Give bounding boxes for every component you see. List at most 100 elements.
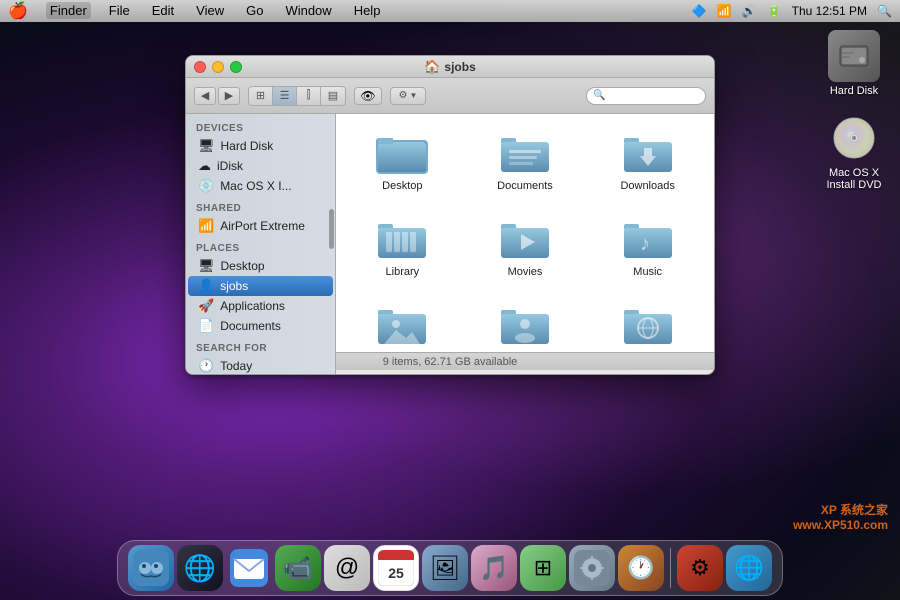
dock-finder[interactable]: [128, 545, 174, 591]
airport-label: AirPort Extreme: [220, 219, 305, 233]
places-header: PLACES: [186, 240, 335, 256]
dock-iphoto[interactable]: 🖼: [422, 545, 468, 591]
main-content: Desktop Documents: [336, 114, 714, 352]
folder-library[interactable]: Library: [346, 210, 459, 286]
sidebar-item-sjobs[interactable]: 👤 sjobs: [188, 276, 333, 296]
folder-downloads[interactable]: Downloads: [591, 124, 704, 200]
sidebar-scrollbar[interactable]: [329, 209, 334, 249]
dock-itunes[interactable]: 🎵: [471, 545, 517, 591]
airport-icon: 📶: [198, 218, 214, 234]
folder-documents[interactable]: Documents: [469, 124, 582, 200]
column-view-btn[interactable]: ⫿: [297, 87, 321, 105]
devices-header: DEVICES: [186, 120, 335, 136]
folder-desktop[interactable]: Desktop: [346, 124, 459, 200]
finder-window: 🏠 sjobs ◀ ▶ ⊞ ☰ ⫿ ▤ 👁 ⚙▼ 🔍 DE: [185, 55, 715, 375]
documents-icon: 📄: [198, 318, 214, 334]
close-button[interactable]: [194, 61, 206, 73]
view-buttons: ⊞ ☰ ⫿ ▤: [248, 86, 346, 106]
action-button[interactable]: ⚙▼: [390, 87, 426, 105]
finder-menu[interactable]: Finder: [46, 2, 91, 19]
volume-icon: 🔊: [742, 4, 757, 18]
dock-facetime[interactable]: 📹: [275, 545, 321, 591]
search-icon: 🔍: [593, 90, 605, 101]
desktop-label: Desktop: [221, 259, 265, 273]
dock-ichat[interactable]: ⊞: [520, 545, 566, 591]
folder-downloads-label: Downloads: [620, 180, 674, 192]
view-menu[interactable]: View: [192, 2, 228, 19]
folder-downloads-icon: [622, 132, 674, 176]
folder-documents-icon: [499, 132, 551, 176]
dock-calendar[interactable]: 25: [373, 545, 419, 591]
search-box[interactable]: 🔍: [586, 87, 706, 105]
svg-text:♪: ♪: [640, 233, 650, 255]
dock-safari[interactable]: 🌐: [726, 545, 772, 591]
minimize-button[interactable]: [212, 61, 224, 73]
titlebar: 🏠 sjobs: [186, 56, 714, 78]
sidebar-wrapper: DEVICES 🖥 Hard Disk ☁ iDisk 💿 Mac OS X I…: [186, 114, 336, 352]
quicklook-button[interactable]: 👁: [354, 87, 382, 105]
spotlight-icon[interactable]: 🔍: [877, 4, 892, 18]
folder-pictures[interactable]: Pictures: [346, 296, 459, 352]
folder-library-label: Library: [386, 266, 420, 278]
folder-pictures-icon: [376, 304, 428, 348]
shared-header: SHARED: [186, 200, 335, 216]
desktop-icon-harddisk[interactable]: Hard Disk: [828, 30, 880, 97]
forward-button[interactable]: ▶: [218, 87, 240, 105]
sidebar-item-harddisk[interactable]: 🖥 Hard Disk: [188, 136, 333, 156]
documents-label: Documents: [220, 319, 281, 333]
go-menu[interactable]: Go: [242, 2, 267, 19]
folder-movies[interactable]: Movies: [469, 210, 582, 286]
window-body: DEVICES 🖥 Hard Disk ☁ iDisk 💿 Mac OS X I…: [186, 114, 714, 352]
dock-separator: [670, 548, 671, 588]
maximize-button[interactable]: [230, 61, 242, 73]
sidebar: DEVICES 🖥 Hard Disk ☁ iDisk 💿 Mac OS X I…: [186, 114, 336, 375]
window-title-icon: 🏠: [424, 59, 440, 75]
clock: Thu 12:51 PM: [792, 4, 867, 18]
applications-icon: 🚀: [198, 298, 214, 314]
idisk-icon: ☁: [198, 158, 211, 174]
back-button[interactable]: ◀: [194, 87, 216, 105]
idisk-label: iDisk: [217, 159, 243, 173]
sidebar-item-airport[interactable]: 📶 AirPort Extreme: [188, 216, 333, 236]
folder-public[interactable]: Public: [469, 296, 582, 352]
folder-music[interactable]: ♪ Music: [591, 210, 704, 286]
dock-mail[interactable]: [226, 545, 272, 591]
dock: 🌐 📹 @ 25 🖼 🎵 ⊞: [117, 540, 783, 596]
sidebar-section-places: PLACES 🖥 Desktop 👤 sjobs 🚀 Applications: [186, 240, 335, 336]
folder-movies-label: Movies: [508, 266, 543, 278]
toolbar: ◀ ▶ ⊞ ☰ ⫿ ▤ 👁 ⚙▼ 🔍: [186, 78, 714, 114]
sidebar-section-shared: SHARED 📶 AirPort Extreme: [186, 200, 335, 236]
window-menu[interactable]: Window: [281, 2, 335, 19]
sidebar-item-documents[interactable]: 📄 Documents: [188, 316, 333, 336]
list-view-btn[interactable]: ☰: [273, 87, 297, 105]
desktop-icons-area: Hard Disk Mac OS X Install DVD: [818, 30, 890, 191]
sidebar-item-applications[interactable]: 🚀 Applications: [188, 296, 333, 316]
sidebar-item-osx[interactable]: 💿 Mac OS X I...: [188, 176, 333, 196]
sidebar-item-idisk[interactable]: ☁ iDisk: [188, 156, 333, 176]
apple-menu[interactable]: 🍎: [8, 1, 28, 21]
dock-transmit[interactable]: ⚙: [677, 545, 723, 591]
traffic-lights: [194, 61, 242, 73]
sidebar-item-desktop[interactable]: 🖥 Desktop: [188, 256, 333, 276]
edit-menu[interactable]: Edit: [148, 2, 178, 19]
today-icon: 🕐: [198, 358, 214, 374]
folder-sites[interactable]: Sites: [591, 296, 704, 352]
sidebar-item-today[interactable]: 🕐 Today: [188, 356, 333, 375]
folder-music-label: Music: [633, 266, 662, 278]
nav-buttons: ◀ ▶: [194, 87, 240, 105]
folder-sites-icon: [622, 304, 674, 348]
file-menu[interactable]: File: [105, 2, 134, 19]
dock-systemprefs[interactable]: [569, 545, 615, 591]
dock-dashboard[interactable]: 🌐: [177, 545, 223, 591]
icon-view-btn[interactable]: ⊞: [249, 87, 273, 105]
status-text: 9 items, 62.71 GB available: [383, 356, 518, 368]
coverflow-view-btn[interactable]: ▤: [321, 87, 345, 105]
desktop-icon-dvd[interactable]: Mac OS X Install DVD: [818, 112, 890, 191]
today-label: Today: [220, 359, 252, 373]
dock-contacts[interactable]: @: [324, 545, 370, 591]
watermark: XP 系统之家 www.XP510.com: [793, 501, 888, 532]
help-menu[interactable]: Help: [350, 2, 385, 19]
search-header: SEARCH FOR: [186, 340, 335, 356]
dock-timemachine[interactable]: 🕐: [618, 545, 664, 591]
bluetooth-icon: 🔷: [692, 4, 707, 18]
